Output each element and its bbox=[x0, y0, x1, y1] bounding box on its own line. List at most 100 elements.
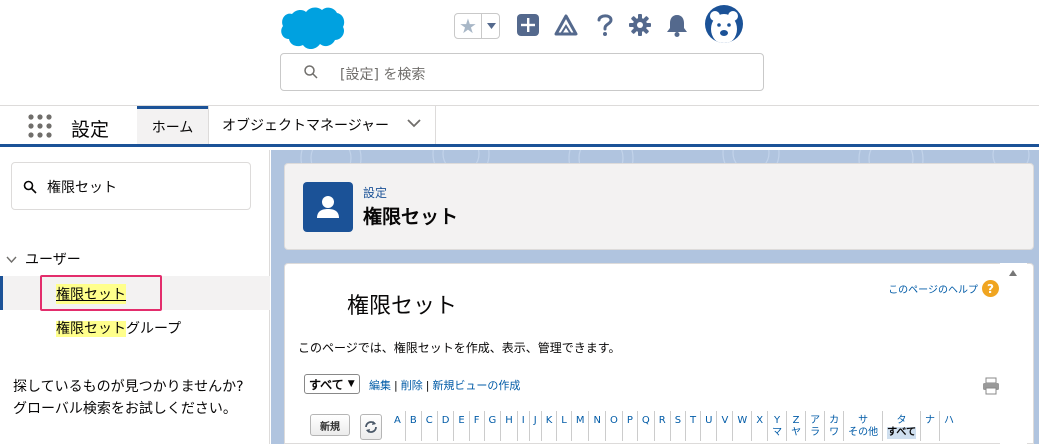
bear-avatar-icon bbox=[710, 11, 738, 43]
new-button[interactable]: 新規 bbox=[310, 414, 350, 436]
notifications-icon bbox=[667, 15, 687, 37]
breadcrumb[interactable]: 設定 bbox=[363, 184, 387, 201]
alphabet-filter-letter: M bbox=[575, 415, 585, 426]
global-actions-button[interactable] bbox=[515, 12, 541, 38]
alphabet-filter-item[interactable]: M bbox=[570, 411, 589, 441]
alphabet-filter-item[interactable]: サその他 bbox=[843, 411, 882, 441]
alphabet-filter-item[interactable]: S bbox=[669, 411, 685, 441]
quick-find-input[interactable]: 権限セット bbox=[11, 162, 251, 210]
salesforce-logo[interactable] bbox=[279, 6, 345, 52]
alphabet-filter-item[interactable]: T bbox=[685, 411, 700, 441]
alphabet-filter-letter: V bbox=[721, 415, 729, 426]
alphabet-filter-item[interactable]: J bbox=[528, 411, 541, 441]
favorites-star-icon[interactable]: ★ bbox=[455, 14, 482, 38]
setup-button[interactable] bbox=[627, 12, 653, 38]
alphabet-filter-item[interactable]: B bbox=[404, 411, 421, 441]
tab-home[interactable]: ホーム bbox=[137, 106, 208, 144]
alphabet-filter-item[interactable]: E bbox=[453, 411, 468, 441]
alphabet-filter: A B C D E F G H I J K L M N O P Q R S T U V W X Y マ Z ヤアラカワサその他タすべて… bbox=[390, 411, 958, 441]
help-button[interactable] bbox=[592, 12, 618, 38]
scroll-up-icon[interactable] bbox=[1009, 270, 1017, 276]
content-panel: 権限セット このページのヘルプ ? このページでは、権限セットを作成、表示、管理… bbox=[284, 263, 1034, 444]
trailhead-button[interactable] bbox=[553, 12, 579, 38]
edit-view-link[interactable]: 編集 bbox=[369, 379, 391, 392]
alphabet-filter-item[interactable]: O bbox=[604, 411, 622, 441]
create-view-link[interactable]: 新規ビューの作成 bbox=[432, 379, 520, 392]
alphabet-filter-letter: G bbox=[488, 415, 497, 426]
alphabet-filter-item[interactable]: N bbox=[588, 411, 604, 441]
tab-object-manager-label: オブジェクトマネージャー bbox=[222, 118, 390, 134]
alphabet-filter-letter: その他 bbox=[848, 427, 879, 438]
alphabet-filter-item[interactable]: カワ bbox=[824, 411, 843, 441]
alphabet-filter-item[interactable]: C bbox=[420, 411, 437, 441]
alphabet-filter-letter: U bbox=[705, 415, 713, 426]
page-header: 設定 権限セット bbox=[284, 163, 1034, 250]
alphabet-filter-letter: A bbox=[394, 415, 401, 426]
search-icon bbox=[23, 180, 37, 194]
alphabet-filter-letter: W bbox=[737, 415, 748, 426]
alphabet-filter-item[interactable]: タすべて bbox=[882, 411, 920, 441]
alphabet-filter-item[interactable]: W bbox=[732, 411, 751, 441]
sidebar-item-permission-set-groups[interactable]: 権限セットグループ bbox=[56, 318, 181, 338]
user-icon bbox=[317, 196, 339, 218]
page-description: このページでは、権限セットを作成、表示、管理できます。 bbox=[298, 341, 621, 355]
chevron-down-icon[interactable] bbox=[407, 119, 421, 128]
favorites-dropdown[interactable] bbox=[483, 14, 499, 38]
view-links: 編集 | 削除 | 新規ビューの作成 bbox=[369, 379, 521, 392]
alphabet-filter-item[interactable]: I bbox=[516, 411, 529, 441]
sidebar-item-label-rest: グループ bbox=[126, 321, 182, 337]
alphabet-filter-letter: X bbox=[756, 415, 764, 426]
alphabet-filter-item[interactable]: R bbox=[653, 411, 670, 441]
alphabet-filter-item[interactable]: K bbox=[540, 411, 557, 441]
alphabet-filter-item[interactable]: H bbox=[500, 411, 517, 441]
delete-view-link[interactable]: 削除 bbox=[401, 379, 423, 392]
chevron-down-icon bbox=[6, 256, 17, 263]
alphabet-filter-letter: I bbox=[521, 415, 525, 426]
tree-section-users[interactable]: ユーザー bbox=[6, 249, 81, 269]
help-icon: ? bbox=[982, 280, 999, 297]
alphabet-filter-item[interactable]: P bbox=[621, 411, 637, 441]
alphabet-filter-item[interactable]: U bbox=[700, 411, 716, 441]
trailhead-icon bbox=[554, 14, 578, 36]
alphabet-filter-item[interactable]: Yマ bbox=[767, 411, 786, 441]
app-navigation-bar: 設定 ホーム オブジェクトマネージャー bbox=[0, 105, 1039, 147]
notifications-button[interactable] bbox=[664, 12, 690, 38]
app-launcher-icon[interactable] bbox=[28, 114, 52, 138]
help-icon bbox=[597, 14, 613, 36]
alphabet-filter-item[interactable]: V bbox=[716, 411, 732, 441]
alphabet-filter-letter: ラ bbox=[810, 427, 821, 438]
alphabet-filter-item[interactable]: L bbox=[556, 411, 571, 441]
refresh-button[interactable] bbox=[360, 414, 382, 440]
avatar[interactable] bbox=[705, 5, 743, 43]
view-select-value: すべて bbox=[309, 377, 344, 392]
alphabet-filter-item[interactable]: Q bbox=[636, 411, 654, 441]
tree-section-label: ユーザー bbox=[25, 252, 81, 268]
alphabet-filter-letter: S bbox=[674, 415, 682, 426]
alphabet-filter-letter: Q bbox=[641, 415, 650, 426]
help-link[interactable]: このページのヘルプ ? bbox=[888, 280, 999, 297]
alphabet-filter-item[interactable]: ナ bbox=[919, 411, 939, 441]
not-found-line2: グローバル検索をお試しください。 bbox=[13, 401, 237, 417]
alphabet-filter-item[interactable]: F bbox=[468, 411, 484, 441]
alphabet-filter-item[interactable]: A bbox=[390, 411, 405, 441]
content-title: 権限セット bbox=[347, 294, 458, 319]
alphabet-filter-item[interactable]: X bbox=[751, 411, 767, 441]
view-select[interactable]: すべて ▼ bbox=[304, 374, 360, 394]
alphabet-filter-item[interactable]: G bbox=[483, 411, 501, 441]
favorites-button[interactable]: ★ bbox=[454, 13, 500, 39]
global-search-input[interactable]: [設定] を検索 bbox=[280, 53, 764, 91]
alphabet-filter-item[interactable]: ハ bbox=[938, 411, 958, 441]
chevron-down-icon bbox=[487, 23, 496, 29]
alphabet-filter-letter: D bbox=[441, 415, 450, 426]
scrollbar[interactable] bbox=[1000, 263, 1027, 444]
alphabet-filter-item[interactable]: Zヤ bbox=[786, 411, 805, 441]
refresh-icon bbox=[365, 421, 377, 433]
alphabet-filter-letter: T bbox=[690, 415, 697, 426]
alphabet-filter-item[interactable]: D bbox=[436, 411, 454, 441]
tab-object-manager[interactable]: オブジェクトマネージャー bbox=[208, 106, 436, 144]
print-icon[interactable] bbox=[982, 377, 1000, 395]
not-found-message: 探しているものが見つかりませんか? グローバル検索をお試しください。 bbox=[13, 376, 244, 420]
alphabet-filter-letter: J bbox=[533, 415, 537, 426]
alphabet-filter-letter: B bbox=[409, 415, 417, 426]
alphabet-filter-item[interactable]: アラ bbox=[805, 411, 824, 441]
